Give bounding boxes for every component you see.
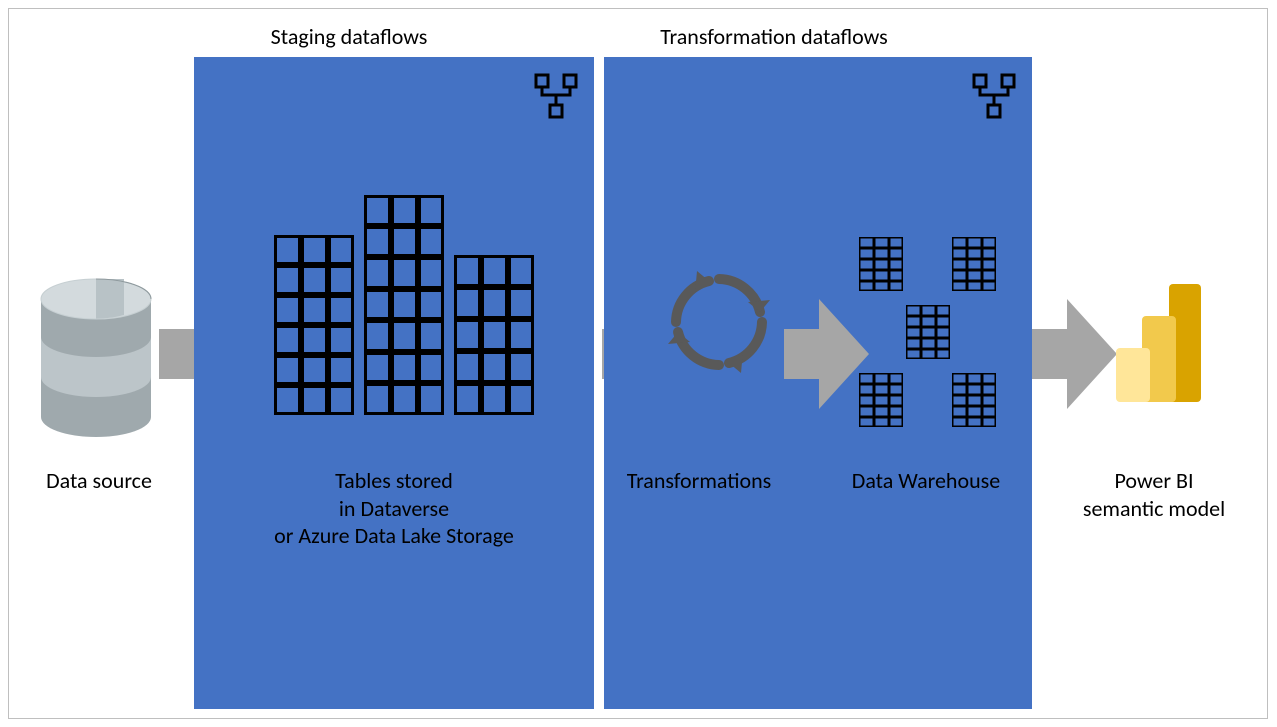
small-table-icon	[859, 237, 903, 291]
label-data-source: Data source	[29, 467, 169, 495]
diagram-canvas: Staging dataflows Transformation dataflo…	[8, 8, 1268, 719]
cycle-arrows-icon	[664, 267, 774, 377]
label-transformations: Transformations	[609, 467, 789, 495]
small-table-icon	[952, 237, 996, 291]
small-table-icon	[906, 305, 950, 359]
title-transformation-dataflows: Transformation dataflows	[634, 23, 914, 50]
tables-icon	[454, 255, 534, 415]
label-tables-stored: Tables stored in Dataverse or Azure Data…	[204, 467, 584, 550]
database-icon	[39, 277, 154, 442]
title-staging-dataflows: Staging dataflows	[249, 23, 449, 50]
small-table-icon	[952, 373, 996, 427]
arrow-icon	[779, 289, 874, 419]
arrow-icon	[1027, 289, 1122, 419]
powerbi-icon	[1114, 284, 1204, 404]
tables-icon	[274, 235, 354, 415]
tables-icon	[364, 195, 444, 415]
staging-panel	[194, 57, 594, 709]
dataflow-icon	[526, 69, 582, 125]
label-data-warehouse: Data Warehouse	[831, 467, 1021, 495]
label-powerbi-model: Power BI semantic model	[1059, 467, 1249, 522]
dataflow-icon	[964, 69, 1020, 125]
